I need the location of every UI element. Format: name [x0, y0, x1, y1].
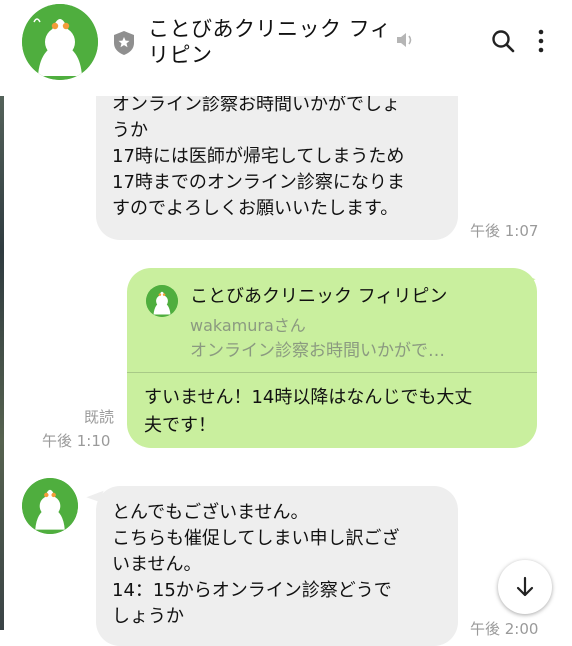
sender-avatar[interactable]: [22, 478, 78, 534]
mute-icon: [397, 33, 412, 47]
quoted-sender-avatar: [146, 285, 178, 317]
arrow-down-icon: [516, 576, 534, 597]
chat-avatar[interactable]: [22, 4, 98, 80]
read-receipt: 既読: [84, 408, 115, 426]
incoming-message-bubble[interactable]: とんでもございません。 こちらも催促してしまい申し訳ござ いません。 14：15…: [96, 486, 458, 646]
message-text: オンライン診察お時間いかがでしょ うか 17時には医師が帰宅してしまうため 17…: [112, 94, 405, 219]
clinic-logo-icon: [146, 285, 178, 317]
message-text: すいません！14時以降はなんじでも大丈 夫です！: [144, 387, 473, 436]
search-icon[interactable]: [490, 28, 516, 54]
quoted-recipient: wakamuraさん: [190, 316, 306, 335]
chat-header: ことびあクリニック フィリピン: [0, 0, 572, 96]
official-badge-icon: [114, 31, 134, 55]
clinic-logo-icon: [22, 478, 78, 534]
more-vert-icon[interactable]: [536, 28, 546, 54]
quoted-snippet[interactable]: オンライン診察お時間いかがで…: [190, 336, 445, 361]
clinic-logo-icon: [22, 4, 98, 80]
chat-title[interactable]: ことびあクリニック フィリピン: [148, 16, 396, 68]
incoming-message-bubble[interactable]: オンライン診察お時間いかがでしょ うか 17時には医師が帰宅してしまうため 17…: [96, 72, 458, 240]
message-time: 午後 1:07: [470, 222, 539, 240]
quoted-sender-name[interactable]: ことびあクリニック フィリピン: [190, 282, 447, 308]
message-time: 午後 2:00: [470, 620, 539, 638]
scroll-to-bottom-button[interactable]: [498, 560, 552, 614]
message-text: とんでもございません。 こちらも催促してしまい申し訳ござ いません。 14：15…: [112, 502, 400, 627]
quote-divider: [127, 372, 537, 373]
message-time: 午後 1:10: [42, 432, 111, 450]
